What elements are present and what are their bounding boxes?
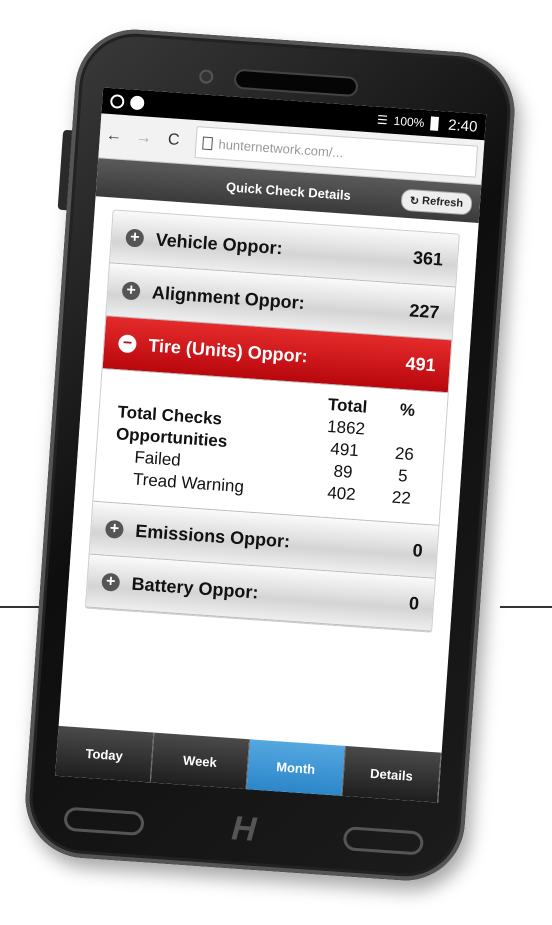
detail-pct: 22 [391, 487, 412, 508]
row-label: Vehicle Oppor: [155, 229, 284, 258]
detail-total: 402 [326, 483, 357, 505]
url-text: hunternetwork.com/... [218, 136, 344, 160]
tab-today[interactable]: Today [55, 725, 155, 783]
phone-screen: ☰ 100% 2:40 ← → C hunternetwork.com/... … [55, 87, 487, 803]
detail-total: 491 [329, 439, 360, 461]
expand-icon: + [101, 572, 121, 592]
forward-icon[interactable]: → [135, 129, 152, 148]
notification-icon [129, 95, 145, 111]
row-value: 227 [408, 299, 441, 322]
row-label: Tire (Units) Oppor: [147, 334, 309, 366]
phone-mockup: ☰ 100% 2:40 ← → C hunternetwork.com/... … [21, 25, 519, 885]
detail-pct: 5 [397, 466, 409, 486]
main-content: + Vehicle Oppor: 361 + Alignment Oppor: … [66, 196, 479, 634]
hunter-logo-icon: H [230, 809, 258, 849]
row-label: Alignment Oppor: [151, 281, 306, 313]
expand-icon: + [121, 281, 141, 301]
clock: 2:40 [447, 116, 479, 136]
row-value: 0 [408, 592, 420, 614]
tab-details[interactable]: Details [342, 746, 442, 803]
signal-icon: ☰ [376, 112, 389, 128]
divider-right [500, 606, 552, 608]
menu-key-icon[interactable] [342, 826, 425, 856]
battery-percent: 100% [393, 113, 425, 130]
reload-icon[interactable]: C [165, 131, 182, 150]
back-key-icon[interactable] [63, 806, 145, 837]
expand-icon: + [104, 519, 125, 539]
tab-month[interactable]: Month [246, 739, 346, 796]
tab-week[interactable]: Week [150, 732, 251, 790]
page-icon [202, 136, 214, 150]
detail-total: 89 [332, 461, 354, 482]
tire-detail-panel: Total % Total Checks 1862 Opportunities … [93, 369, 448, 526]
refresh-button[interactable]: ↻ Refresh [400, 188, 473, 216]
refresh-icon: ↻ [409, 194, 420, 208]
row-value: 0 [412, 539, 424, 561]
battery-icon [429, 116, 439, 131]
expand-icon: + [125, 228, 145, 248]
page-title: Quick Check Details [225, 178, 352, 203]
collapse-icon: − [117, 334, 138, 354]
row-value: 491 [405, 352, 437, 375]
detail-pct [380, 421, 431, 444]
row-value: 361 [412, 247, 444, 270]
back-icon[interactable]: ← [105, 127, 122, 146]
opportunity-list: + Vehicle Oppor: 361 + Alignment Oppor: … [84, 209, 460, 633]
detail-total: 1862 [326, 416, 366, 439]
col-total-header: Total [327, 394, 368, 417]
detail-pct: 26 [394, 443, 415, 465]
row-label: Battery Oppor: [131, 573, 260, 603]
whatsapp-icon [109, 94, 125, 109]
refresh-label: Refresh [421, 195, 464, 210]
row-label: Emissions Oppor: [134, 520, 291, 552]
col-pct-header: % [399, 399, 416, 420]
